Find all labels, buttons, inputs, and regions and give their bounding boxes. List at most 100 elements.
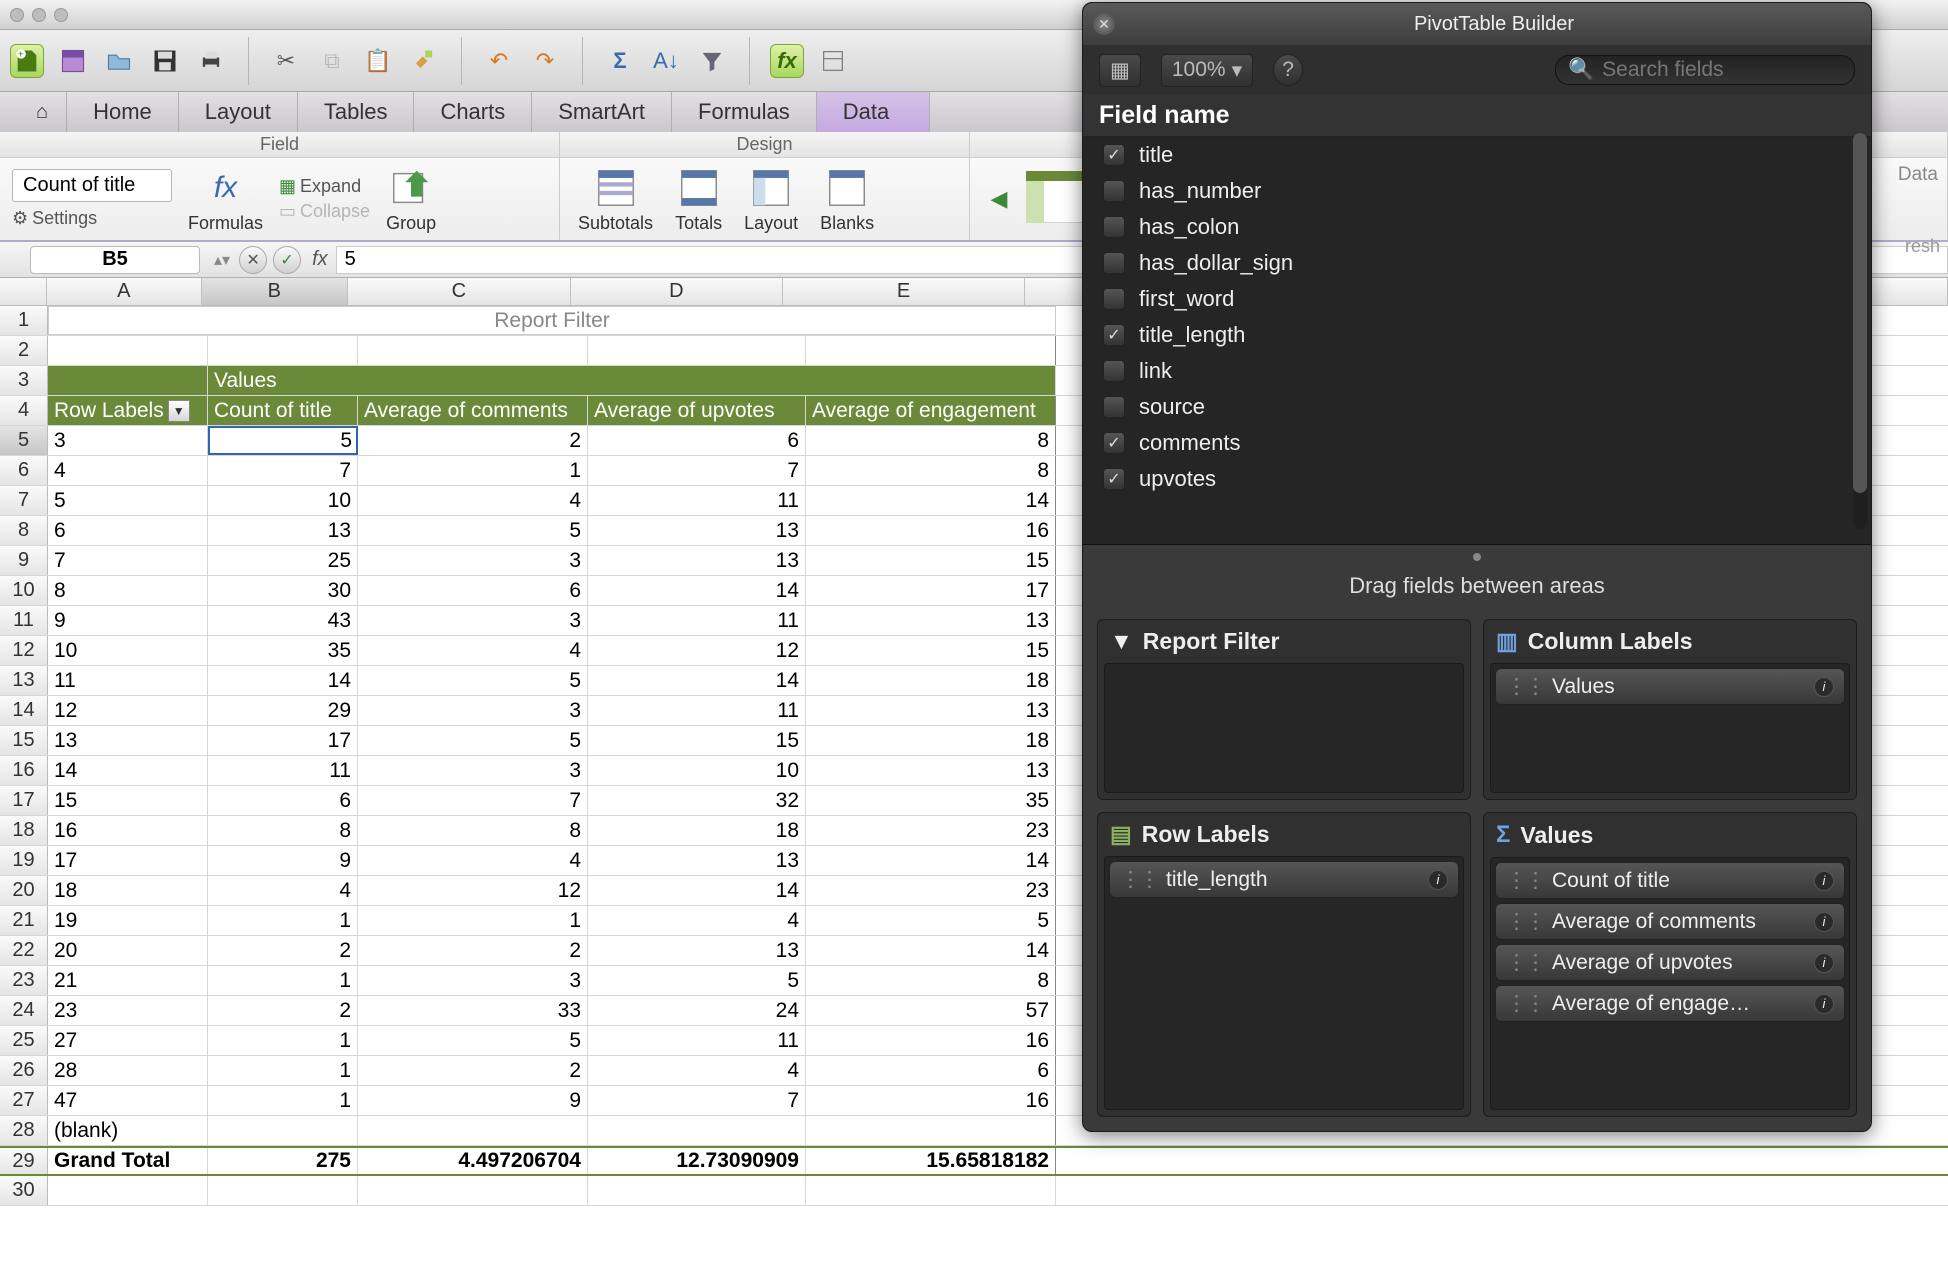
template-icon[interactable] [56, 44, 90, 78]
format-painter-icon[interactable] [407, 44, 441, 78]
pt-search-input[interactable]: 🔍 Search fields [1555, 55, 1855, 85]
cell[interactable]: 12.73090909 [588, 1148, 806, 1174]
cell[interactable]: 9 [208, 846, 358, 875]
pt-chip[interactable]: ⋮⋮Count of titlei [1495, 862, 1845, 899]
col-header-C[interactable]: C [348, 278, 571, 305]
cell[interactable]: 17 [208, 726, 358, 755]
row-header[interactable]: 25 [0, 1026, 48, 1055]
cell[interactable]: 21 [48, 966, 208, 995]
fx-icon[interactable]: fx [312, 248, 328, 271]
area-report-filter[interactable]: ▼Report Filter [1097, 619, 1471, 800]
selected-cell[interactable]: 5 [208, 426, 358, 455]
checkbox-icon[interactable] [1103, 432, 1125, 454]
cell[interactable]: 9 [48, 606, 208, 635]
cell[interactable] [358, 1176, 588, 1205]
tab-formulas[interactable]: Formulas [672, 92, 817, 132]
cell[interactable]: 14 [806, 846, 1056, 875]
cell[interactable]: 4 [588, 1056, 806, 1085]
cell[interactable]: 47 [48, 1086, 208, 1115]
pt-chip[interactable]: ⋮⋮Average of commentsi [1495, 903, 1845, 940]
cell[interactable]: 3 [358, 696, 588, 725]
pt-field-has_number[interactable]: has_number [1083, 173, 1871, 209]
row-header[interactable]: 2 [0, 336, 48, 365]
col-header-A[interactable]: A [47, 278, 202, 305]
close-window-icon[interactable] [10, 8, 24, 22]
cell[interactable]: 4 [358, 636, 588, 665]
cell[interactable]: 6 [48, 516, 208, 545]
checkbox-icon[interactable] [1103, 288, 1125, 310]
cell[interactable]: 24 [588, 996, 806, 1025]
zoom-window-icon[interactable] [54, 8, 68, 22]
pt-chip[interactable]: ⋮⋮Valuesi [1495, 668, 1845, 705]
row-header[interactable]: 18 [0, 816, 48, 845]
cell[interactable]: 43 [208, 606, 358, 635]
cell[interactable] [806, 1116, 1056, 1145]
pivot-col-header[interactable]: Average of comments [358, 396, 588, 425]
cell[interactable]: 4 [358, 846, 588, 875]
collapse-button[interactable]: ▭Collapse [279, 201, 370, 222]
cell[interactable] [48, 336, 208, 365]
pt-field-link[interactable]: link [1083, 353, 1871, 389]
cell[interactable]: 11 [588, 486, 806, 515]
grand-total-label[interactable]: Grand Total [48, 1148, 208, 1174]
cell[interactable]: 18 [806, 726, 1056, 755]
pt-field-has_dollar_sign[interactable]: has_dollar_sign [1083, 245, 1871, 281]
cell[interactable]: 2 [208, 936, 358, 965]
name-box[interactable]: B5 [30, 246, 200, 274]
save-icon[interactable] [148, 44, 182, 78]
checkbox-icon[interactable] [1103, 396, 1125, 418]
checkbox-icon[interactable] [1103, 468, 1125, 490]
cell[interactable] [806, 1176, 1056, 1205]
cell[interactable]: 4.497206704 [358, 1148, 588, 1174]
row-header[interactable]: 27 [0, 1086, 48, 1115]
group-button[interactable]: Group [380, 165, 442, 234]
cell[interactable]: 20 [48, 936, 208, 965]
pt-chip[interactable]: ⋮⋮Average of engage…i [1495, 985, 1845, 1022]
pt-titlebar[interactable]: ✕ PivotTable Builder [1083, 3, 1871, 45]
cell[interactable] [48, 1176, 208, 1205]
row-header[interactable]: 3 [0, 366, 48, 395]
cell[interactable]: 1 [358, 906, 588, 935]
cell[interactable]: 8 [806, 966, 1056, 995]
cell[interactable]: 13 [208, 516, 358, 545]
cell[interactable]: 1 [208, 1086, 358, 1115]
cell[interactable]: 1 [208, 906, 358, 935]
area-values[interactable]: ΣValues ⋮⋮Count of titlei⋮⋮Average of co… [1483, 812, 1857, 1117]
cell[interactable]: 7 [588, 456, 806, 485]
cell[interactable]: 1 [208, 966, 358, 995]
pt-chip[interactable]: ⋮⋮title_lengthi [1109, 861, 1459, 898]
cell[interactable]: 16 [806, 516, 1056, 545]
cell[interactable]: 13 [588, 516, 806, 545]
cell[interactable]: 1 [208, 1056, 358, 1085]
cell[interactable]: 3 [358, 966, 588, 995]
cell[interactable]: 1 [358, 456, 588, 485]
cell[interactable]: 17 [806, 576, 1056, 605]
cell[interactable]: 3 [358, 606, 588, 635]
accept-formula-icon[interactable]: ✓ [273, 246, 301, 274]
cell[interactable]: 13 [588, 546, 806, 575]
cell[interactable]: 5 [358, 726, 588, 755]
pivottable-builder-panel[interactable]: ✕ PivotTable Builder ▦ 100%▾ ? 🔍 Search … [1082, 2, 1872, 1132]
row-header[interactable]: 21 [0, 906, 48, 935]
info-icon[interactable]: i [1814, 953, 1834, 973]
cell[interactable]: 5 [48, 486, 208, 515]
cell[interactable]: 23 [806, 816, 1056, 845]
tab-layout[interactable]: Layout [179, 92, 298, 132]
info-icon[interactable]: i [1814, 871, 1834, 891]
row-header[interactable]: 28 [0, 1116, 48, 1145]
pt-field-source[interactable]: source [1083, 389, 1871, 425]
pt-field-has_colon[interactable]: has_colon [1083, 209, 1871, 245]
cell[interactable]: 14 [806, 486, 1056, 515]
open-icon[interactable] [102, 44, 136, 78]
row-header[interactable]: 12 [0, 636, 48, 665]
cell[interactable]: 14 [48, 756, 208, 785]
row-header[interactable]: 15 [0, 726, 48, 755]
cell[interactable]: 13 [588, 846, 806, 875]
cell[interactable]: 16 [48, 816, 208, 845]
row-header[interactable]: 19 [0, 846, 48, 875]
row-header[interactable]: 4 [0, 396, 48, 425]
pivot-col-header[interactable]: Average of upvotes [588, 396, 806, 425]
row-header[interactable]: 8 [0, 516, 48, 545]
cell[interactable]: 8 [208, 816, 358, 845]
col-header-D[interactable]: D [571, 278, 783, 305]
